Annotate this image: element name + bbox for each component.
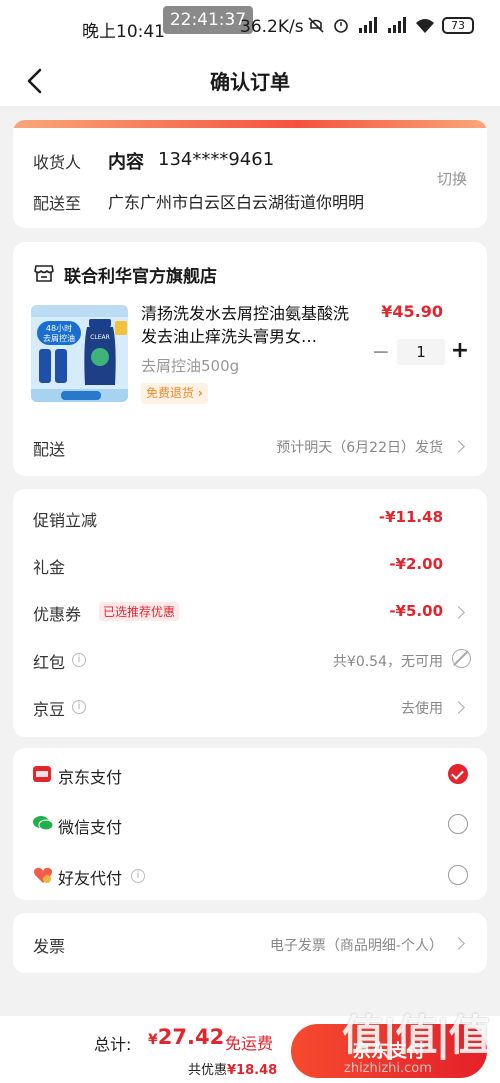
page-header: 确认订单	[0, 56, 500, 106]
chevron-right-icon: ›	[197, 386, 203, 400]
quantity-input[interactable]: 1	[397, 339, 445, 365]
mute-icon	[308, 17, 324, 33]
free-shipping-label: 免运费	[225, 1034, 274, 1053]
currency-symbol: ¥	[148, 1032, 158, 1048]
image-banner-text: 48小时	[46, 323, 72, 333]
friend-pay-icon	[33, 867, 53, 883]
free-return-badge[interactable]: 免费退货 ›	[141, 383, 208, 404]
product-price: ¥45.90	[381, 302, 443, 321]
red-packet-value: 共¥0.54，无可用	[332, 654, 443, 670]
friend-pay-radio[interactable]	[448, 865, 468, 885]
jd-pay-label[interactable]: 京东支付	[58, 764, 122, 788]
red-packet-label: 红包	[33, 653, 66, 672]
image-brand-text: CLEAR	[90, 334, 110, 341]
gift-money-value: -¥2.00	[389, 555, 443, 573]
wechat-pay-radio[interactable]	[448, 814, 468, 834]
promo-discount-value: -¥11.48	[378, 508, 443, 526]
saved-value: ¥18.48	[227, 1063, 278, 1078]
status-time: 晚上10:41	[82, 22, 165, 42]
address-detail: 广东广州市白云区白云湖街道你明明	[108, 193, 365, 212]
unavailable-icon	[452, 649, 471, 668]
status-icons: 73	[307, 16, 474, 34]
jd-beans-label: 京豆	[33, 700, 66, 719]
promo-discount-label: 促销立减	[33, 511, 98, 530]
wechat-pay-icon	[33, 816, 53, 831]
product-title[interactable]: 清扬洗发水去屑控油氨基酸洗发去油止痒洗头膏男女…	[141, 302, 351, 348]
chevron-right-icon	[452, 701, 465, 714]
jd-beans-use[interactable]: 去使用	[401, 698, 443, 718]
shipping-estimate[interactable]: 预计明天（6月22日）发货	[276, 437, 443, 457]
signal-icon-2	[388, 17, 406, 33]
receiver-name: 内容	[108, 152, 144, 173]
total-amount: ¥27.42	[148, 1025, 224, 1049]
info-icon[interactable]: i	[131, 869, 145, 883]
watermark-url: zhizhizhi.com	[344, 1061, 432, 1076]
address-accent-line	[13, 120, 487, 128]
invoice-value[interactable]: 电子发票（商品明细-个人）	[270, 935, 443, 955]
product-image-art: 48小时 去屑控油 CLEAR	[31, 305, 128, 402]
signal-icon	[359, 17, 377, 33]
image-subtitle-text: 去屑控油	[43, 333, 75, 343]
product-spec: 去屑控油500g	[141, 357, 240, 375]
address-card[interactable]: 收货人 内容 134****9461 配送至 广东广州市白云区白云湖街道你明明 …	[13, 120, 487, 228]
discounts-card: 促销立减 -¥11.48 礼金 -¥2.00 优惠券 已选推荐优惠 -¥5.00…	[13, 489, 487, 737]
total-number: 27.42	[157, 1025, 225, 1049]
store-icon	[34, 265, 54, 282]
coupon-value[interactable]: -¥5.00	[389, 602, 443, 620]
wechat-pay-label[interactable]: 微信支付	[58, 814, 122, 838]
ship-to-label: 配送至	[33, 194, 82, 213]
jd-pay-radio[interactable]	[448, 764, 468, 784]
gift-money-label: 礼金	[33, 558, 66, 577]
receiver-phone: 134****9461	[158, 149, 275, 170]
alarm-icon	[334, 19, 348, 33]
watermark-logo: 值|值|值	[342, 1011, 491, 1060]
invoice-label: 发票	[33, 937, 66, 956]
payment-card: 京东支付 微信支付 好友代付 i	[13, 748, 487, 900]
total-label: 总计:	[94, 1035, 132, 1054]
store-card: 联合利华官方旗舰店 48小时 去屑控油 CLEAR 清扬洗发水去屑控油氨基酸洗发…	[13, 242, 487, 476]
jd-pay-icon	[33, 766, 51, 782]
coupon-selected-tag: 已选推荐优惠	[99, 602, 180, 621]
network-speed: 36.2K/s	[240, 17, 304, 37]
shipping-label: 配送	[33, 440, 66, 459]
product-image[interactable]: 48小时 去屑控油 CLEAR	[31, 305, 128, 402]
chevron-right-icon	[452, 440, 465, 453]
saved-label: 共优惠	[188, 1063, 228, 1078]
wifi-icon	[416, 19, 434, 33]
status-bar: 晚上10:41 22:41:37 36.2K/s 73	[0, 0, 500, 56]
receiver-label: 收货人	[33, 153, 82, 172]
invoice-card[interactable]: 发票 电子发票（商品明细-个人）	[13, 913, 487, 973]
quantity-decrease-button[interactable]: −	[371, 340, 391, 365]
coupon-label: 优惠券	[33, 605, 82, 624]
total-saved: 共优惠¥18.48	[188, 1059, 277, 1078]
info-icon[interactable]: i	[72, 653, 86, 667]
chevron-right-icon	[452, 937, 465, 950]
chevron-right-icon	[452, 606, 465, 619]
friend-pay-label[interactable]: 好友代付	[58, 865, 122, 889]
free-return-label: 免费退货	[146, 386, 195, 400]
store-name[interactable]: 联合利华官方旗舰店	[64, 262, 217, 287]
info-icon[interactable]: i	[72, 700, 86, 714]
quantity-increase-button[interactable]: +	[450, 338, 470, 363]
page-title: 确认订单	[210, 70, 290, 94]
battery-icon: 73	[442, 16, 474, 34]
